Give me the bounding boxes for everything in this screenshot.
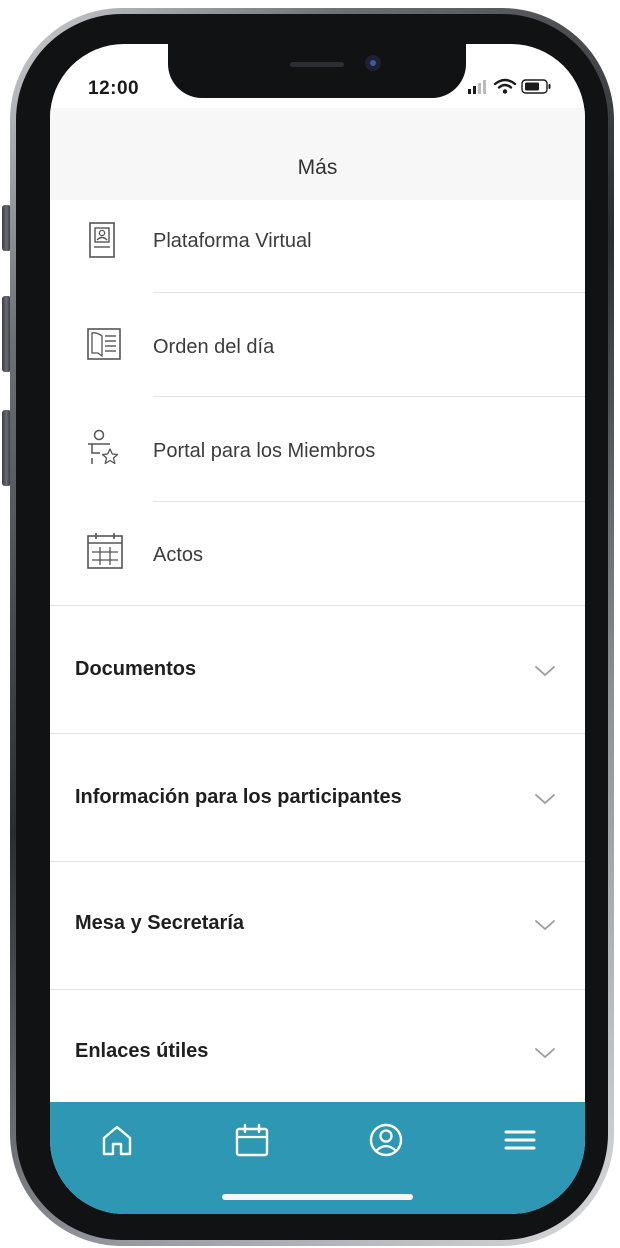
menu-item-label: Plataforma Virtual [153,230,312,252]
speaker-grille [290,62,344,67]
chevron-down-icon [535,1048,555,1058]
menu-item-label: Orden del día [153,336,275,358]
front-camera [365,55,381,71]
calendar-icon[interactable] [232,1120,272,1160]
section-documentos[interactable]: Documentos [50,606,585,733]
document-icon [87,328,121,360]
chevron-down-icon [535,666,555,676]
section-label: Mesa y Secretaría [75,912,245,934]
status-time: 12:00 [88,78,140,99]
menu-item-portal-miembros[interactable]: Portal para los Miembros [50,397,585,501]
wifi-icon [493,78,517,94]
battery-icon [521,79,551,94]
menu-item-label: Portal para los Miembros [153,440,376,462]
menu-item-orden-del-dia[interactable]: Orden del día [50,293,585,397]
chevron-down-icon [535,920,555,930]
section-mesa-secretaria[interactable]: Mesa y Secretaría [50,862,585,989]
notch [168,44,466,98]
section-enlaces-utiles[interactable]: Enlaces útiles [50,990,585,1117]
menu-item-plataforma-virtual[interactable]: Plataforma Virtual [50,200,585,304]
home-icon[interactable] [97,1120,137,1160]
page-title: Más [297,156,338,179]
menu-item-label: Actos [153,544,204,566]
home-indicator[interactable] [222,1194,413,1200]
menu-item-actos[interactable]: Actos [50,502,585,606]
header-bar [50,108,585,200]
calendar-grid-icon [87,533,123,569]
section-label: Información para los participantes [75,786,402,808]
user-circle-icon[interactable] [366,1120,406,1160]
status-icons [468,78,551,94]
signal-icon [468,80,486,94]
section-informacion-participantes[interactable]: Información para los participantes [50,734,585,861]
member-star-icon [88,429,119,465]
section-label: Enlaces útiles [75,1040,209,1062]
section-label: Documentos [75,658,197,680]
id-badge-icon [89,222,115,258]
chevron-down-icon [535,794,555,804]
hamburger-menu-icon[interactable] [500,1120,540,1160]
phone-screen: 12:00 Más Plataforma Virtual Orden del d… [50,44,585,1214]
